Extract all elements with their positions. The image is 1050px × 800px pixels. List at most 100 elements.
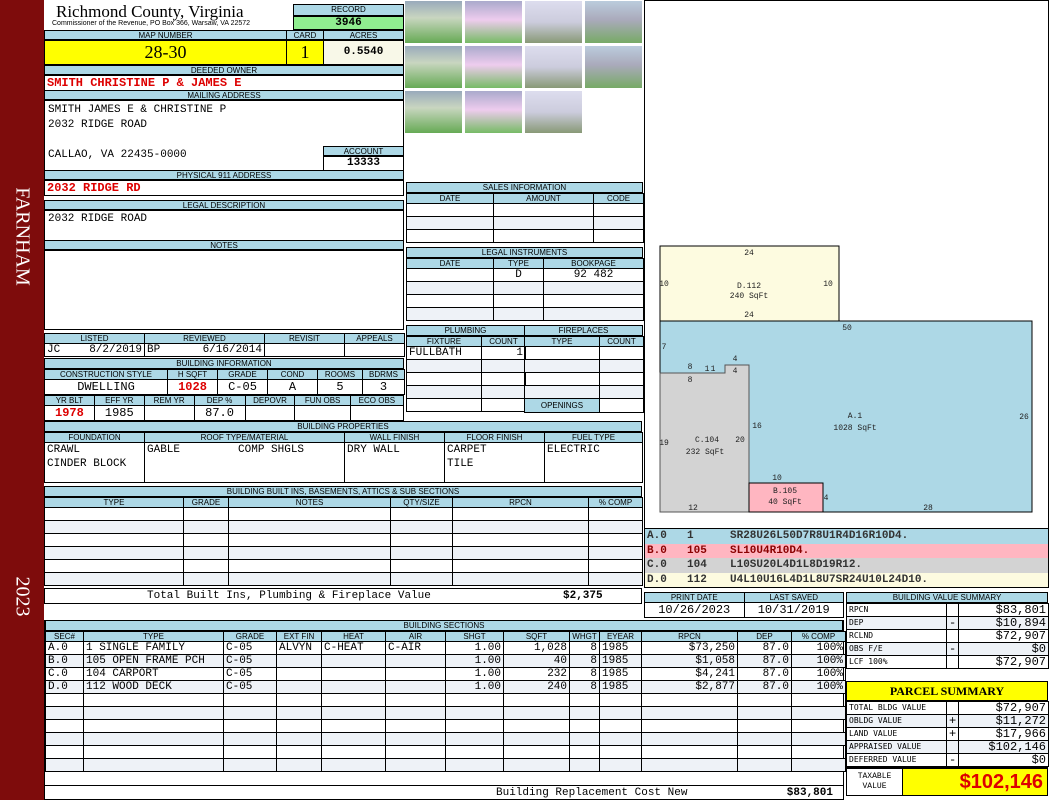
appeals-header: APPEALS (344, 333, 405, 344)
summary-row: OBS F/E - $0 (846, 642, 1049, 656)
openings-label: OPENINGS (524, 398, 600, 413)
page-subtitle: Commissioner of the Revenue, PO Box 366,… (52, 20, 251, 27)
sketch-dimension: 1 (711, 365, 716, 374)
empty-cell (385, 758, 446, 772)
section-row-cell: 104 CARPORT (83, 667, 224, 681)
section-row-cell (385, 667, 446, 681)
empty-cell (481, 372, 526, 386)
empty-row (44, 520, 643, 534)
empty-cell (641, 758, 738, 772)
building-info-header: COND (267, 369, 318, 380)
fireplace-header-cell: TYPE (524, 336, 600, 347)
empty-cell (503, 745, 570, 759)
empty-cell (481, 398, 526, 412)
empty-cell (641, 745, 738, 759)
roof-type: GABLE (147, 444, 181, 456)
summary-cell: $72,907 (958, 655, 1049, 669)
acres-value: 0.5540 (323, 40, 404, 65)
section-header-cell: GRADE (223, 631, 277, 642)
empty-cell (385, 719, 446, 733)
empty-cell (593, 216, 644, 230)
empty-cell (385, 693, 446, 707)
replacement-cost-value: $83,801 (786, 787, 833, 799)
summary-cell: $102,146 (958, 740, 1049, 754)
empty-cell (406, 359, 482, 373)
empty-row (406, 359, 526, 373)
section-row-cell: $73,250 (641, 641, 738, 655)
summary-cell: TOTAL BLDG VALUE (846, 701, 947, 715)
building-info-table-2: YR BLT EFF YR REM YR DEP % DEPOVR FUN OBS ECO … (44, 395, 405, 421)
empty-cell (276, 706, 322, 720)
district-sidebar: FARNHAM 2023 (0, 0, 44, 800)
section-row-cell: D.0 (45, 680, 84, 694)
plumbing-row: FULLBATH 1 (406, 346, 526, 360)
legend-path: L10SU20L4D1L8D19R12. (730, 559, 863, 571)
property-photo (524, 90, 583, 134)
sketch-dimension: 26 (1019, 413, 1029, 422)
empty-cell (791, 745, 846, 759)
empty-cell (641, 732, 738, 746)
section-row-cell: $1,058 (641, 654, 738, 668)
empty-row (45, 719, 846, 733)
section-header-cell: SQFT (503, 631, 570, 642)
parcel-summary-title: PARCEL SUMMARY (846, 681, 1048, 701)
section-row: C.0 104 CARPORT C-05 1.00 232 8 1985 $4,241 87.0… (45, 667, 846, 681)
legend-section: B.0 (647, 544, 667, 557)
property-photo (524, 0, 583, 44)
building-info-header: REM YR (143, 395, 195, 406)
empty-cell (406, 294, 494, 308)
summary-row: RCLND $72,907 (846, 629, 1049, 643)
section-row-cell: C-HEAT (321, 641, 386, 655)
photo-gallery (404, 0, 644, 136)
empty-cell (599, 346, 644, 360)
empty-cell (588, 546, 643, 560)
sketch-dimension: 12 (688, 504, 698, 513)
empty-cell (44, 507, 184, 521)
empty-cell (406, 229, 494, 243)
summary-row: OBLDG VALUE + $11,272 (846, 714, 1049, 728)
floor-2: TILE (447, 458, 474, 470)
mailing-line-2: 2032 RIDGE ROAD (48, 119, 148, 131)
summary-cell: DEFERRED VALUE (846, 753, 947, 767)
building-info-header: YR BLT (44, 395, 95, 406)
legend-code: 1 (687, 530, 694, 542)
empty-cell (390, 559, 453, 573)
plumbing-row-cell: FULLBATH (406, 346, 482, 360)
summary-cell: DEP (846, 616, 947, 630)
sketch-sqft-c: 232 SqFt (686, 448, 724, 457)
section-row-cell: 8 (569, 680, 600, 694)
empty-cell (406, 398, 482, 412)
building-info-value: 87.0 (193, 405, 246, 421)
empty-cell (452, 520, 589, 534)
sketch-label-b: B.105 (773, 487, 797, 496)
summary-cell: LAND VALUE (846, 727, 947, 741)
section-header-cell: DEP (737, 631, 792, 642)
legend-code: 112 (687, 573, 707, 586)
building-info-header: H SQFT (167, 369, 218, 380)
plumbing-header: FIXTURE COUNT (406, 336, 526, 347)
summary-cell: $17,966 (958, 727, 1049, 741)
empty-row (406, 398, 526, 412)
empty-row (406, 372, 526, 386)
empty-cell (599, 372, 644, 386)
empty-row (406, 203, 644, 217)
empty-row (406, 216, 644, 230)
property-photo (404, 45, 463, 89)
legal-description: 2032 RIDGE ROAD (44, 210, 404, 241)
building-info-table-1: CONSTRUCTION STYLE H SQFT GRADE COND ROOMS BD… (44, 369, 405, 395)
section-row: B.0 105 OPEN FRAME PCH C-05 1.00 40 8 1985 $1,0… (45, 654, 846, 668)
empty-row (45, 732, 846, 746)
empty-cell (737, 745, 792, 759)
empty-cell (524, 385, 600, 399)
empty-cell (276, 758, 322, 772)
account-label: ACCOUNT (323, 146, 404, 156)
empty-cell (503, 706, 570, 720)
property-photo (404, 0, 463, 44)
property-photo (404, 90, 463, 134)
empty-cell (228, 559, 391, 573)
revisit-header: REVISIT (264, 333, 345, 344)
summary-cell: $72,907 (958, 629, 1049, 643)
listed-by: JC (47, 344, 61, 356)
card-number: 1 (286, 40, 324, 65)
summary-cell: - (946, 642, 959, 656)
